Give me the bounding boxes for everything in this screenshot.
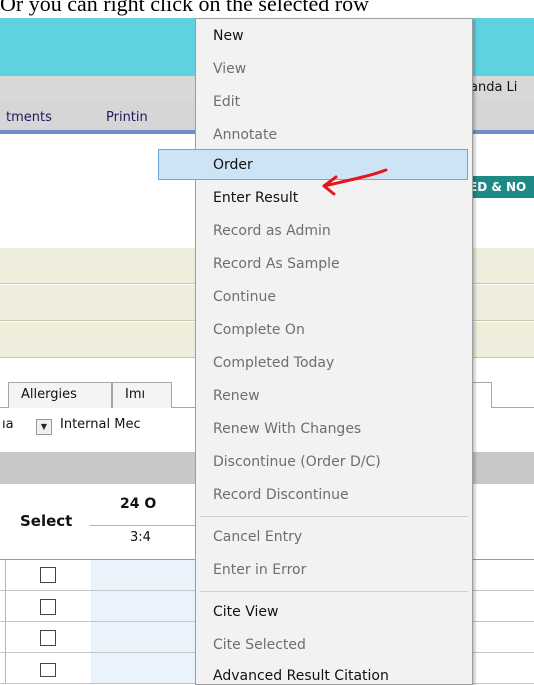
menu-item-enter-in-error[interactable]: Enter in Error [196, 554, 472, 587]
tab-allergies[interactable]: Allergies [8, 382, 112, 408]
menu-item-renew-with-changes[interactable]: Renew With Changes [196, 413, 472, 446]
menu-separator [200, 516, 468, 517]
row-gutter [0, 591, 6, 621]
row-select-checkbox[interactable] [40, 599, 56, 615]
menu-item-advanced-result-citation[interactable]: Advanced Result Citation [196, 660, 472, 685]
menu-item-discontinue[interactable]: Discontinue (Order D/C) [196, 446, 472, 479]
date-column-header[interactable]: 24 O [120, 496, 156, 512]
menu-item-record-as-admin[interactable]: Record as Admin [196, 215, 472, 248]
menu-item-continue[interactable]: Continue [196, 281, 472, 314]
row-select-checkbox[interactable] [40, 567, 56, 583]
menu-item-record-discontinue[interactable]: Record Discontinue [196, 479, 472, 512]
document-caption: Or you can right click on the selected r… [0, 0, 369, 16]
menu-item-cite-selected[interactable]: Cite Selected [196, 629, 472, 662]
grid-cell[interactable] [91, 622, 211, 652]
menu-item-record-as-sample[interactable]: Record As Sample [196, 248, 472, 281]
row-select-checkbox[interactable] [40, 630, 56, 646]
row-gutter [0, 622, 6, 652]
menu-item-annotate[interactable]: Annotate [196, 119, 472, 152]
red-arrow-icon [322, 168, 388, 196]
row-select-checkbox[interactable] [40, 663, 56, 677]
select-column-header: Select [20, 512, 73, 530]
header-divider [90, 525, 210, 526]
menu-item-cancel-entry[interactable]: Cancel Entry [196, 521, 472, 554]
nav-tab-printing[interactable]: Printin [106, 110, 148, 125]
menu-item-edit[interactable]: Edit [196, 86, 472, 119]
menu-item-new[interactable]: New [196, 20, 472, 53]
menu-item-view[interactable]: View [196, 53, 472, 86]
grid-cell[interactable] [91, 560, 211, 590]
specialty-filter-select[interactable]: Internal Mec [60, 417, 141, 432]
context-menu: New View Edit Annotate Order Enter Resul… [158, 18, 473, 685]
menu-item-complete-on[interactable]: Complete On [196, 314, 472, 347]
filter-label-left: ıa [2, 417, 14, 432]
row-gutter [0, 560, 6, 590]
nav-tab-appointments[interactable]: tments [6, 110, 52, 125]
row-gutter [0, 653, 6, 683]
grid-cell[interactable] [91, 591, 211, 621]
grid-cell[interactable] [91, 653, 211, 683]
time-column-header: 3:4 [130, 530, 151, 545]
menu-item-cite-view[interactable]: Cite View [196, 596, 472, 629]
menu-item-completed-today[interactable]: Completed Today [196, 347, 472, 380]
menu-separator [200, 591, 468, 592]
tab-immunisations[interactable]: Imı [112, 382, 172, 408]
status-badge: ED & NO [465, 176, 534, 198]
triangle-down-icon[interactable]: ▼ [36, 419, 52, 435]
menu-item-renew[interactable]: Renew [196, 380, 472, 413]
user-name: anda Li [470, 80, 518, 95]
